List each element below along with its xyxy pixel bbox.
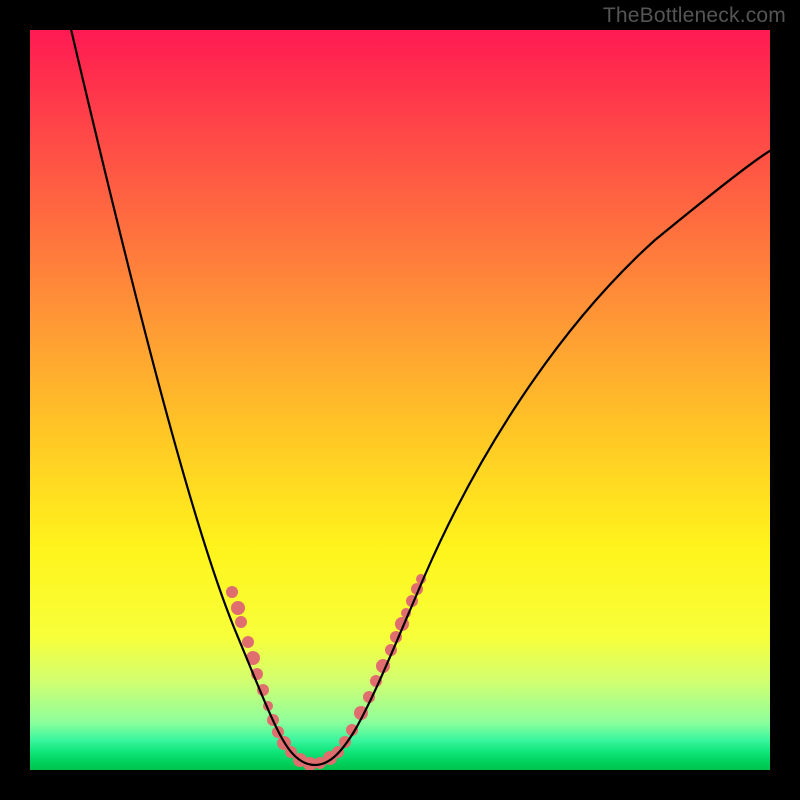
chart-frame: TheBottleneck.com bbox=[0, 0, 800, 800]
scatter-dot bbox=[242, 636, 254, 648]
chart-svg bbox=[30, 30, 770, 770]
scatter-dot bbox=[226, 586, 238, 598]
bottleneck-curve bbox=[70, 30, 770, 765]
watermark-text: TheBottleneck.com bbox=[603, 4, 786, 28]
scatter-dot bbox=[231, 601, 245, 615]
scatter-dot bbox=[235, 616, 247, 628]
scatter-layer bbox=[226, 574, 426, 770]
plot-area bbox=[30, 30, 770, 770]
